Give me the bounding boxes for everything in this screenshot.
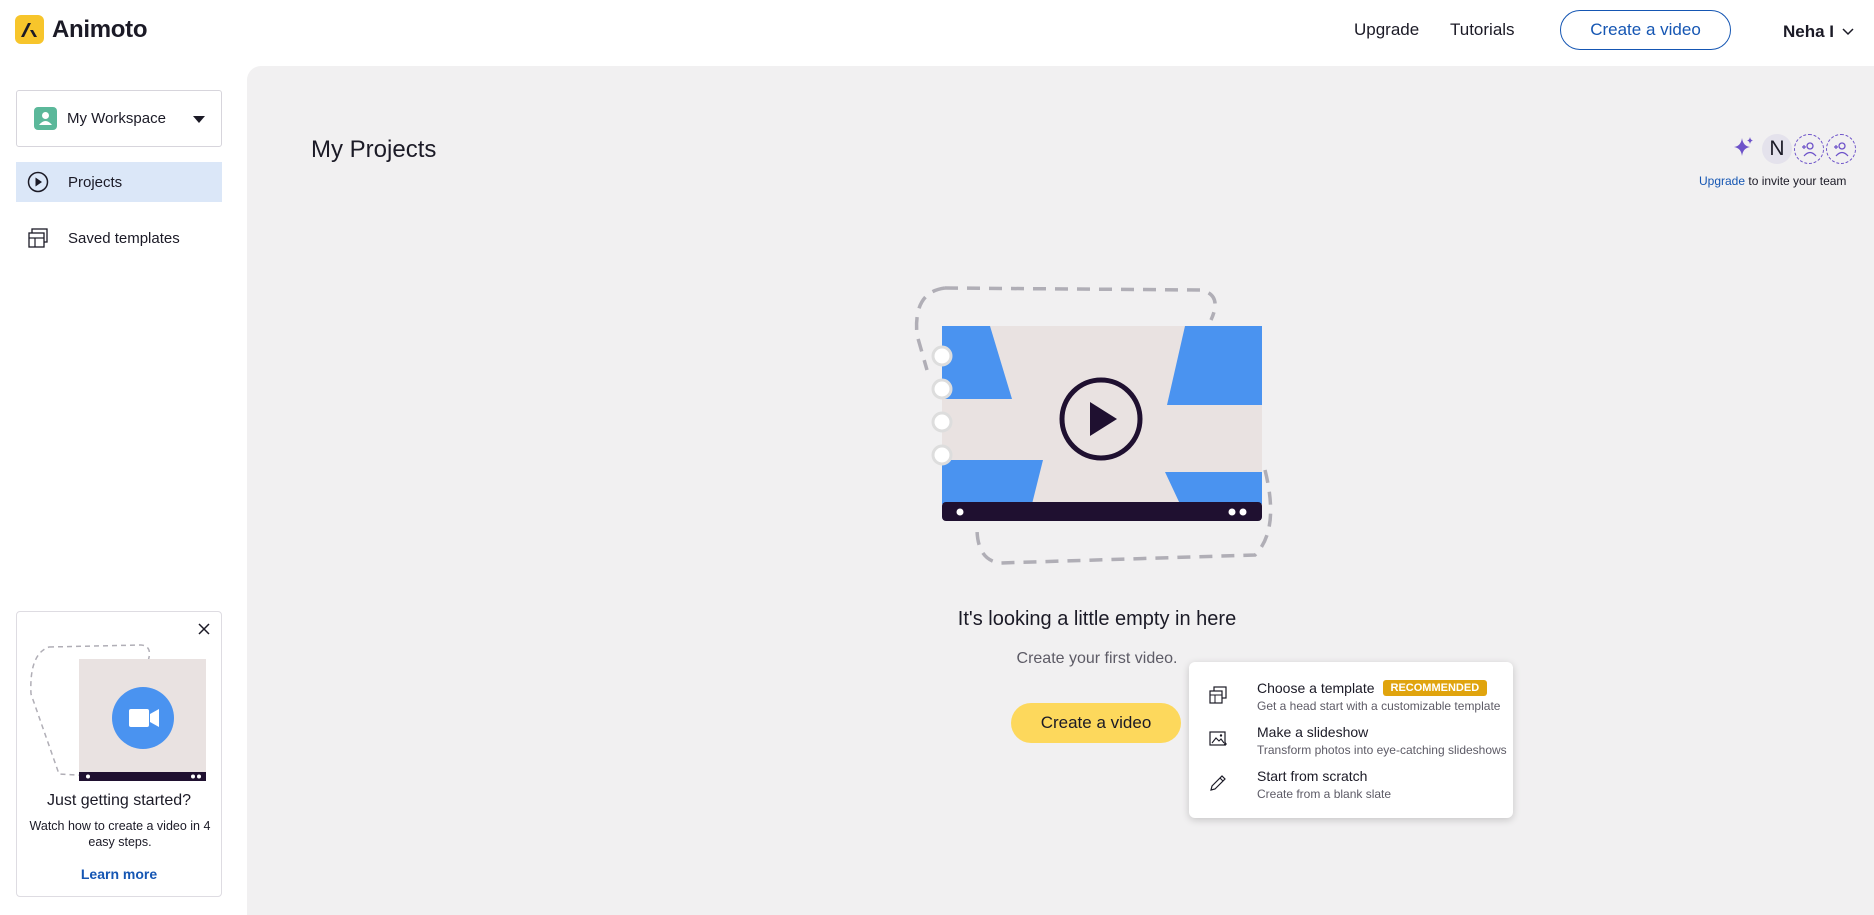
create-video-menu: Choose a template RECOMMENDED Get a head… xyxy=(1189,662,1513,818)
workspace-avatar-icon xyxy=(34,107,57,130)
menu-item-description: Get a head start with a customizable tem… xyxy=(1257,699,1500,713)
menu-item-description: Create from a blank slate xyxy=(1257,787,1391,801)
caret-down-icon xyxy=(193,116,205,123)
menu-item-make-slideshow[interactable]: Make a slideshow Transform photos into e… xyxy=(1209,724,1504,760)
menu-item-start-from-scratch[interactable]: Start from scratch Create from a blank s… xyxy=(1209,768,1504,804)
nav-tutorials-link[interactable]: Tutorials xyxy=(1450,20,1515,40)
animoto-logo[interactable]: Animoto xyxy=(15,15,147,44)
create-video-button[interactable]: Create a video xyxy=(1011,703,1181,743)
empty-projects-illustration xyxy=(905,280,1285,580)
menu-item-choose-template[interactable]: Choose a template RECOMMENDED Get a head… xyxy=(1209,680,1504,716)
page-title: My Projects xyxy=(311,136,436,164)
sidebar-item-saved-templates[interactable]: Saved templates xyxy=(16,218,222,258)
slideshow-icon xyxy=(1209,730,1227,753)
play-circle-icon xyxy=(20,171,56,193)
sidebar-item-projects[interactable]: Projects xyxy=(16,162,222,202)
empty-state-title: It's looking a little empty in here xyxy=(857,608,1337,631)
close-icon[interactable] xyxy=(197,622,211,641)
menu-item-title: Start from scratch xyxy=(1257,768,1367,784)
pencil-icon xyxy=(1209,774,1227,797)
menu-item-title: Choose a template RECOMMENDED xyxy=(1257,680,1487,696)
upgrade-team-link[interactable]: Upgrade xyxy=(1699,174,1745,188)
promo-title: Just getting started? xyxy=(17,792,221,810)
add-person-icon xyxy=(1832,140,1850,158)
user-menu[interactable]: Neha I xyxy=(1783,22,1854,42)
nav-upgrade-link[interactable]: Upgrade xyxy=(1354,20,1419,40)
logo-text: Animoto xyxy=(52,16,147,44)
sparkle-icon[interactable] xyxy=(1732,135,1756,164)
menu-item-label: Make a slideshow xyxy=(1257,724,1368,740)
sidebar-item-label: Projects xyxy=(68,174,122,191)
header-create-video-button[interactable]: Create a video xyxy=(1560,10,1731,50)
menu-item-title: Make a slideshow xyxy=(1257,724,1368,740)
animoto-logo-icon xyxy=(15,15,44,44)
recommended-badge: RECOMMENDED xyxy=(1383,680,1488,696)
video-tutorial-illustration[interactable] xyxy=(29,644,209,784)
templates-icon xyxy=(20,227,56,249)
invite-team-text: to invite your team xyxy=(1745,174,1846,188)
add-person-icon xyxy=(1800,140,1818,158)
chevron-down-icon xyxy=(1842,28,1854,36)
invite-member-button[interactable] xyxy=(1826,134,1856,164)
menu-item-label: Start from scratch xyxy=(1257,768,1367,784)
workspace-selector[interactable]: My Workspace xyxy=(16,90,222,147)
invite-member-button[interactable] xyxy=(1794,134,1824,164)
top-header: Animoto Upgrade Tutorials Create a video… xyxy=(0,0,1874,66)
team-members: N xyxy=(1732,134,1856,164)
sidebar-item-label: Saved templates xyxy=(68,230,180,247)
promo-text: Watch how to create a video in 4 easy st… xyxy=(29,818,211,850)
template-icon xyxy=(1209,686,1227,709)
upgrade-team-text: Upgrade to invite your team xyxy=(1699,174,1846,188)
workspace-label: My Workspace xyxy=(67,110,166,127)
avatar[interactable]: N xyxy=(1762,134,1792,164)
getting-started-card: Just getting started? Watch how to creat… xyxy=(16,611,222,897)
learn-more-link[interactable]: Learn more xyxy=(17,866,221,882)
menu-item-label: Choose a template xyxy=(1257,680,1375,696)
menu-item-description: Transform photos into eye-catching slide… xyxy=(1257,743,1507,757)
user-name: Neha I xyxy=(1783,22,1834,42)
